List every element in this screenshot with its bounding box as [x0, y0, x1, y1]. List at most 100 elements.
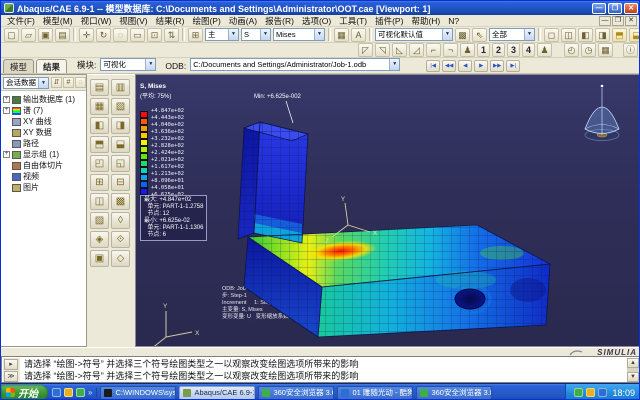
quick-launch-icon-2[interactable]	[64, 388, 73, 397]
module-combo[interactable]: 可视化▼	[100, 58, 156, 71]
annotation-icon[interactable]: A	[351, 28, 366, 42]
minimize-button[interactable]: —	[592, 3, 606, 14]
toolbox-tool-icon-14[interactable]: ▨	[90, 212, 109, 229]
menu-item-0[interactable]: 文件(F)	[3, 15, 39, 27]
toolbox-tool-icon-0[interactable]: ▤	[90, 79, 109, 96]
restore-button[interactable]: ❐	[608, 3, 622, 14]
message-area[interactable]: ▸≫ 请选择 “绘图->符号” 并选择三个符号绘图类型之一以观察改变绘图选项所带…	[1, 356, 640, 383]
hidden-line-render-icon[interactable]: ◫	[561, 28, 576, 42]
view-cut-icon-5[interactable]: ⌐	[426, 43, 441, 57]
toolbox-tool-icon-18[interactable]: ▣	[90, 250, 109, 267]
view-4-button[interactable]: 4	[522, 43, 535, 57]
info-icon[interactable]: ⓘ	[623, 43, 638, 57]
menu-item-11[interactable]: 帮助(H)	[407, 15, 444, 27]
quick-launch-icon-1[interactable]	[52, 388, 61, 397]
toolbox-tool-icon-9[interactable]: ◱	[111, 155, 130, 172]
view-compass[interactable]	[585, 85, 619, 141]
refresh-tree-icon[interactable]: ⇵	[51, 77, 62, 88]
tree-item-1[interactable]: +谱 (7)	[3, 105, 86, 116]
mdi-close-button[interactable]: ✕	[625, 16, 637, 26]
open-file-icon[interactable]: ▱	[21, 28, 36, 42]
tray-icon-1[interactable]	[574, 388, 583, 397]
toolbox-tool-icon-6[interactable]: ⬒	[90, 136, 109, 153]
toolbox-tool-icon-15[interactable]: ◊	[111, 212, 130, 229]
menu-item-7[interactable]: 报告(R)	[261, 15, 298, 27]
odb-combo[interactable]: C:/Documents and Settings/Administrator/…	[190, 58, 400, 71]
cycle-views-icon[interactable]: ⇅	[164, 28, 179, 42]
rotate-view-icon[interactable]: ↻	[96, 28, 111, 42]
filter-tree-icon[interactable]: #	[63, 77, 74, 88]
tree-scope-combo[interactable]: 会话数据▼	[3, 77, 49, 89]
color-code-icon[interactable]: ▩	[455, 28, 470, 42]
message-area-tab-button[interactable]: ▸	[4, 359, 18, 370]
viewport[interactable]: ODB: Job-1.odb Abaqus/Standard 6.9-1 Wed…	[135, 74, 640, 347]
toolbox-tool-icon-10[interactable]: ⊞	[90, 174, 109, 191]
mdi-minimize-button[interactable]: —	[599, 16, 611, 26]
quick-launch-icon-3[interactable]	[76, 388, 85, 397]
view-cut-icon-3[interactable]: ◺	[392, 43, 407, 57]
view-2-button[interactable]: 2	[492, 43, 505, 57]
toolbox-tool-icon-12[interactable]: ◫	[90, 193, 109, 210]
taskbar-task-3[interactable]: 01 雕随光动 - 酷狗	[337, 386, 413, 400]
menu-item-8[interactable]: 选项(O)	[298, 15, 335, 27]
toolbox-tool-icon-8[interactable]: ◰	[90, 155, 109, 172]
magnify-view-icon[interactable]: ◌	[113, 28, 128, 42]
contour-plot-icon[interactable]: ▦	[334, 28, 349, 42]
view-cut-icon-6[interactable]: ¬	[443, 43, 458, 57]
menu-item-3[interactable]: 视图(V)	[115, 15, 151, 27]
taskbar-task-0[interactable]: C:\WINDOWS\system32	[100, 386, 176, 400]
toolbox-tool-icon-5[interactable]: ◨	[111, 117, 130, 134]
toolbox-tool-icon-1[interactable]: ▥	[111, 79, 130, 96]
expander-icon[interactable]: +	[3, 151, 10, 158]
tree-item-6[interactable]: 自由体切片	[3, 160, 86, 171]
menu-item-9[interactable]: 工具(T)	[335, 15, 371, 27]
expander-icon[interactable]: +	[3, 96, 10, 103]
toolbox-tool-icon-2[interactable]: ▦	[90, 98, 109, 115]
fit-view-icon[interactable]: ⊡	[147, 28, 162, 42]
save-icon[interactable]: ▣	[38, 28, 53, 42]
pan-view-icon[interactable]: ✛	[79, 28, 94, 42]
view-1-button[interactable]: 1	[477, 43, 490, 57]
quick-launch-overflow-icon[interactable]: »	[88, 388, 92, 397]
tray-icon-3[interactable]	[598, 388, 607, 397]
taskbar-task-1[interactable]: Abaqus/CAE 6.9-1 -	[179, 386, 255, 400]
selection-filter-combo[interactable]: 全部▼	[489, 28, 535, 41]
field-variable-combo[interactable]: S▼	[241, 28, 271, 41]
clock-icon-2[interactable]: ◷	[581, 43, 596, 57]
defaults-combo[interactable]: 可视化默认值▼	[375, 28, 453, 41]
command-line-tab-button[interactable]: ≫	[4, 371, 18, 382]
field-output-icon[interactable]: ⊞	[188, 28, 203, 42]
box-zoom-icon[interactable]: ▭	[130, 28, 145, 42]
wireframe-render-icon[interactable]: ◻	[544, 28, 559, 42]
grid-icon[interactable]: ▦	[598, 43, 613, 57]
toolbox-tool-icon-16[interactable]: ◈	[90, 231, 109, 248]
tree-item-8[interactable]: 图片	[3, 182, 86, 193]
play-backward-button[interactable]: ◀	[458, 60, 472, 72]
field-invariant-combo[interactable]: Mises▼	[273, 28, 325, 41]
tree-item-7[interactable]: 视频	[3, 171, 86, 182]
taskbar-task-4[interactable]: 360安全浏览器 3.8.8	[416, 386, 492, 400]
scroll-down-icon[interactable]: ▼	[627, 372, 639, 382]
tree-item-5[interactable]: +显示组 (1)	[3, 149, 86, 160]
tree-item-0[interactable]: +输出数据库 (1)	[3, 94, 86, 105]
menu-item-4[interactable]: 结果(R)	[152, 15, 189, 27]
field-primary-combo[interactable]: 主▼	[205, 28, 239, 41]
tree-item-3[interactable]: XY 数据	[3, 127, 86, 138]
toolbox-tool-icon-13[interactable]: ▩	[111, 193, 130, 210]
perspective-cube-icon-1[interactable]: ⬒	[612, 28, 627, 42]
menu-item-6[interactable]: 动画(A)	[225, 15, 261, 27]
toolbox-tool-icon-4[interactable]: ◧	[90, 117, 109, 134]
clock-icon-1[interactable]: ◴	[564, 43, 579, 57]
view-3-button[interactable]: 3	[507, 43, 520, 57]
view-cut-icon-1[interactable]: ◸	[358, 43, 373, 57]
tree-item-2[interactable]: XY 曲线	[3, 116, 86, 127]
menu-item-2[interactable]: 视口(W)	[77, 15, 116, 27]
view-cut-icon-4[interactable]: ◿	[409, 43, 424, 57]
forward-button[interactable]: ▶▶	[490, 60, 504, 72]
mdi-restore-button[interactable]: ❐	[612, 16, 624, 26]
start-button[interactable]: 开始	[1, 385, 48, 400]
close-button[interactable]: ✕	[624, 3, 638, 14]
first-frame-button[interactable]: |◀	[426, 60, 440, 72]
tab-results[interactable]: 结果	[36, 59, 67, 73]
perspective-cube-icon-2[interactable]: ⬓	[629, 28, 640, 42]
